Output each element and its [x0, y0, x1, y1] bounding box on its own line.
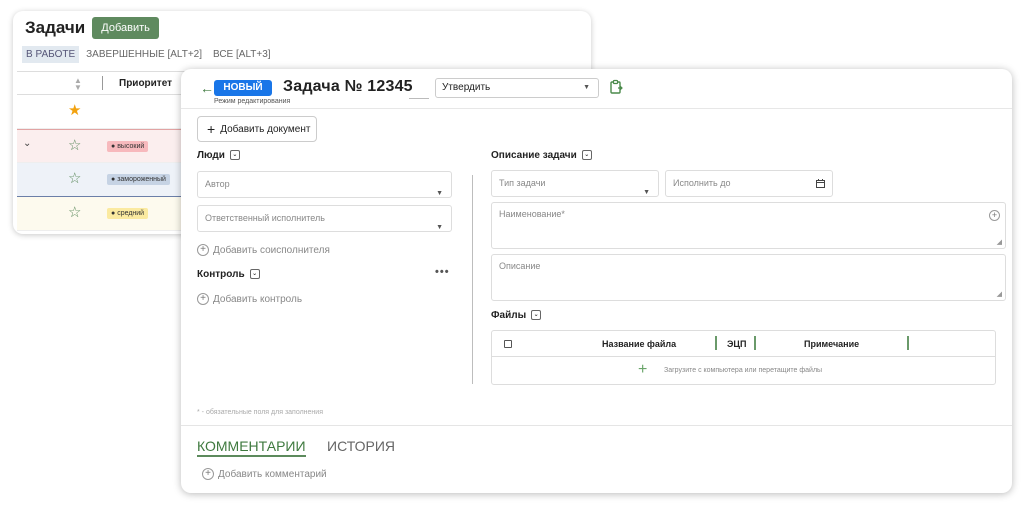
- task-card-window: ← НОВЫЙ Режим редактирования Задача № 12…: [181, 69, 1012, 493]
- column-resize-handle[interactable]: [754, 336, 756, 350]
- tab-history[interactable]: ИСТОРИЯ: [327, 438, 395, 454]
- add-coexecutor-link[interactable]: + Добавить соисполнителя: [197, 244, 330, 256]
- author-field[interactable]: Автор ▼: [197, 171, 452, 198]
- files-title: Файлы: [491, 310, 527, 321]
- executor-field[interactable]: Ответственный исполнитель ▼: [197, 205, 452, 232]
- column-header-ecp: ЭЦП: [727, 339, 747, 349]
- task-status-tabs: В РАБОТЕ ЗАВЕРШЕННЫЕ [ALT+2] ВСЕ [ALT+3]: [22, 46, 278, 63]
- due-date-placeholder: Исполнить до: [673, 178, 731, 188]
- description-input[interactable]: Описание ◢: [491, 254, 1006, 301]
- plus-icon: +: [638, 361, 648, 378]
- select-all-checkbox[interactable]: [504, 340, 512, 348]
- control-section-title: Контроль ⌄: [197, 269, 260, 280]
- clipboard-icon[interactable]: [608, 79, 624, 95]
- add-comment-link[interactable]: + Добавить комментарий: [202, 468, 327, 480]
- caret-down-icon: ▼: [436, 190, 443, 197]
- upload-dropzone[interactable]: + Загрузите с компьютера или перетащите …: [492, 357, 995, 385]
- collapse-toggle-icon[interactable]: ⌄: [229, 150, 240, 161]
- priority-badge: ● высокий: [107, 141, 149, 152]
- caret-down-icon: ▼: [583, 84, 590, 91]
- people-section-title: Люди ⌄: [197, 150, 240, 161]
- calendar-icon[interactable]: [816, 179, 825, 188]
- add-task-button[interactable]: Добавить: [92, 17, 159, 39]
- priority-label: высокий: [117, 143, 145, 150]
- chevron-down-icon[interactable]: ⌄: [23, 138, 31, 149]
- add-document-label: Добавить документ: [220, 123, 311, 135]
- collapse-toggle-icon[interactable]: ⌄: [581, 150, 592, 161]
- add-circle-icon: +: [197, 293, 209, 305]
- tab-comments[interactable]: КОММЕНТАРИИ: [197, 438, 306, 457]
- priority-label: замороженный: [117, 176, 166, 183]
- column-divider[interactable]: [102, 76, 103, 90]
- column-header-filename: Название файла: [602, 339, 677, 349]
- star-outline-icon[interactable]: ☆: [68, 205, 81, 220]
- description-title: Описание задачи: [491, 150, 577, 161]
- add-coexecutor-label: Добавить соисполнителя: [213, 244, 330, 256]
- resize-handle-icon[interactable]: ◢: [997, 290, 1002, 298]
- back-arrow-icon[interactable]: ←: [200, 80, 214, 96]
- executor-placeholder: Ответственный исполнитель: [205, 213, 325, 223]
- task-type-select[interactable]: Тип задачи ▼: [491, 170, 659, 197]
- description-placeholder: Описание: [499, 261, 541, 271]
- task-name-input[interactable]: Наименование* + ◢: [491, 202, 1006, 249]
- action-select-value: Утвердить: [442, 82, 491, 93]
- status-badge: НОВЫЙ: [214, 80, 272, 96]
- collapse-toggle-icon[interactable]: ⌄: [249, 269, 260, 280]
- upload-hint: Загрузите с компьютера или перетащите фа…: [664, 367, 823, 374]
- tab-all[interactable]: ВСЕ [ALT+3]: [209, 46, 275, 63]
- column-header-note: Примечание: [804, 339, 860, 349]
- task-title: Задача № 12345: [283, 78, 413, 95]
- section-divider: [181, 425, 1012, 426]
- add-control-label: Добавить контроль: [213, 293, 303, 305]
- header-divider: [181, 108, 1012, 109]
- description-section-title: Описание задачи ⌄: [491, 150, 592, 161]
- page-title: Задачи: [25, 18, 86, 37]
- star-filled-icon[interactable]: ★: [68, 103, 81, 118]
- files-table-header: Название файла ЭЦП Примечание: [492, 331, 995, 357]
- plus-icon: +: [207, 121, 216, 137]
- tab-completed[interactable]: ЗАВЕРШЕННЫЕ [ALT+2]: [82, 46, 206, 63]
- task-name-placeholder: Наименование*: [499, 209, 565, 219]
- people-title: Люди: [197, 150, 225, 161]
- title-underline: [409, 98, 429, 99]
- control-title: Контроль: [197, 269, 245, 280]
- column-resize-handle[interactable]: [907, 336, 909, 350]
- files-section-title: Файлы ⌄: [491, 310, 542, 321]
- star-outline-icon[interactable]: ☆: [68, 138, 81, 153]
- add-comment-label: Добавить комментарий: [218, 468, 327, 480]
- task-type-placeholder: Тип задачи: [499, 178, 546, 188]
- column-resize-handle[interactable]: [715, 336, 717, 350]
- caret-down-icon: ▼: [436, 224, 443, 231]
- due-date-field[interactable]: Исполнить до: [665, 170, 833, 197]
- collapse-toggle-icon[interactable]: ⌄: [531, 310, 542, 321]
- add-circle-icon: +: [197, 244, 209, 256]
- required-fields-note: * - обязательные поля для заполнения: [197, 409, 323, 416]
- task-list-header: Задачи Добавить: [25, 17, 159, 39]
- star-outline-icon[interactable]: ☆: [68, 171, 81, 186]
- column-divider: [472, 175, 473, 384]
- resize-handle-icon[interactable]: ◢: [997, 238, 1002, 246]
- add-circle-icon[interactable]: +: [989, 210, 1000, 221]
- tab-in-progress[interactable]: В РАБОТЕ: [22, 46, 80, 63]
- priority-badge: ● замороженный: [107, 174, 170, 185]
- files-table: Название файла ЭЦП Примечание + Загрузит…: [491, 330, 996, 385]
- sort-icon[interactable]: ▲ ▼: [74, 77, 82, 92]
- add-circle-icon: +: [202, 468, 214, 480]
- edit-mode-label: Режим редактирования: [214, 98, 291, 105]
- add-control-link[interactable]: + Добавить контроль: [197, 293, 302, 305]
- author-placeholder: Автор: [205, 179, 230, 189]
- priority-badge: ● средний: [107, 208, 149, 219]
- add-document-button[interactable]: + Добавить документ: [197, 116, 317, 142]
- action-select[interactable]: Утвердить ▼: [435, 78, 599, 98]
- more-options-icon[interactable]: •••: [435, 266, 450, 278]
- priority-label: средний: [117, 210, 145, 217]
- column-header-priority[interactable]: Приоритет: [119, 78, 172, 89]
